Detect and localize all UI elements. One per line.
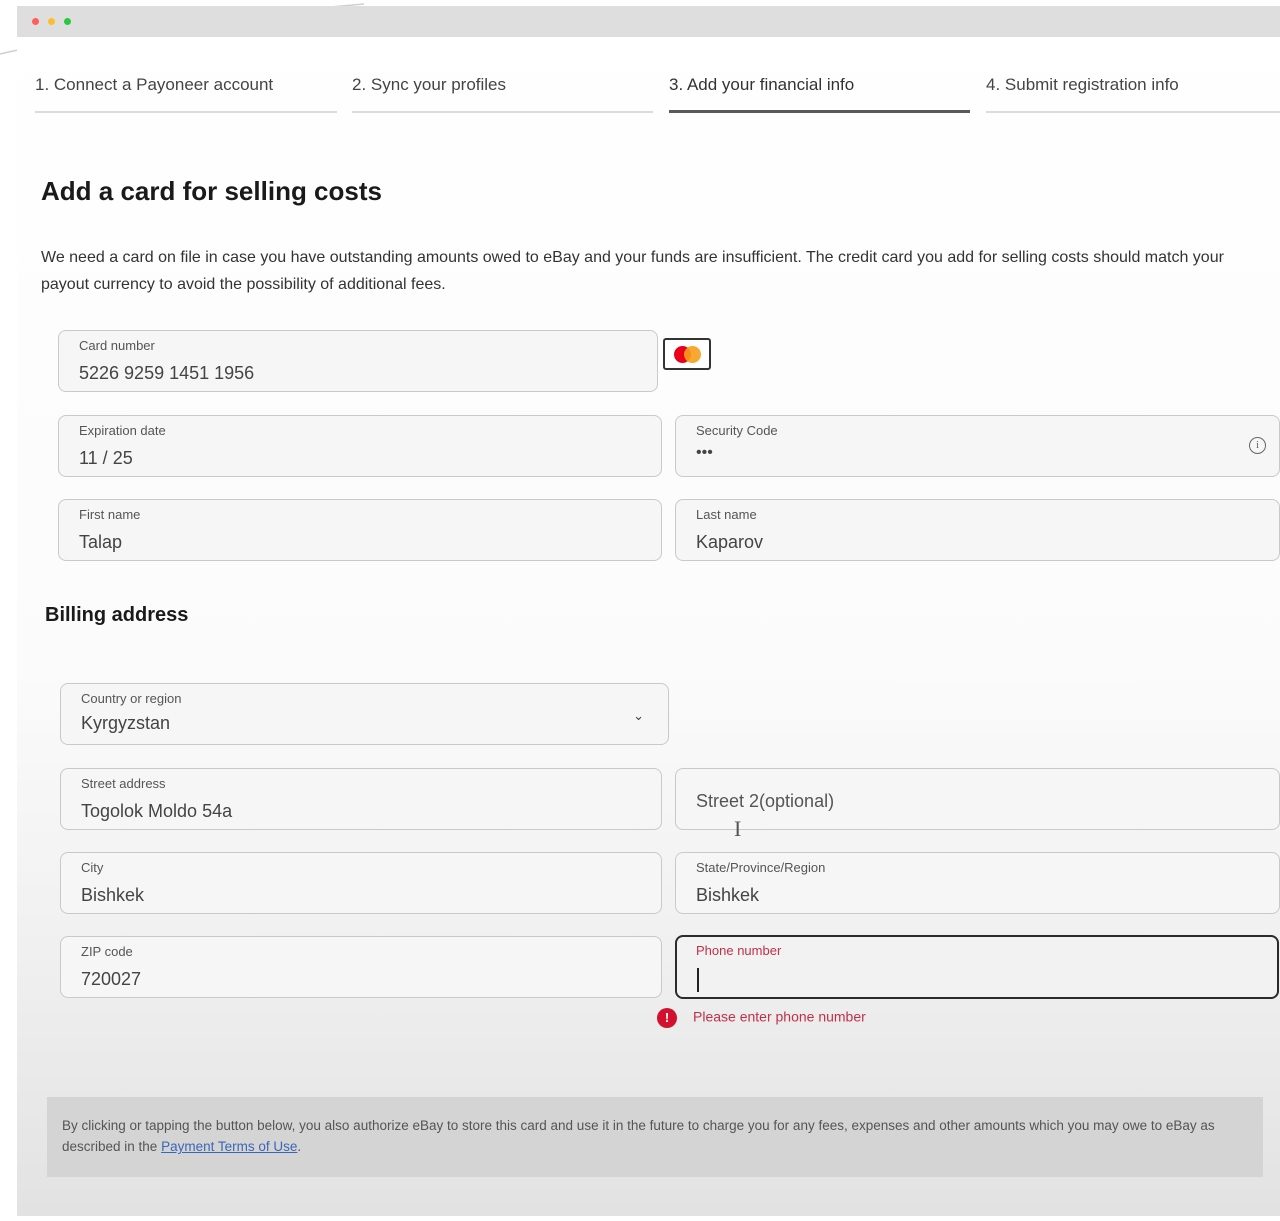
minimize-window-dot[interactable]	[48, 18, 55, 25]
step-label: 2. Sync your profiles	[352, 75, 507, 94]
step-underline	[352, 111, 653, 113]
street2-field[interactable]: Street 2(optional)	[675, 768, 1280, 830]
city-field[interactable]: City Bishkek	[60, 852, 662, 914]
security-code-value: •••	[696, 444, 713, 461]
state-value: Bishkek	[696, 885, 760, 905]
expiration-date-label: Expiration date	[79, 423, 166, 438]
city-value: Bishkek	[81, 885, 145, 905]
last-name-field[interactable]: Last name Kaparov	[675, 499, 1280, 561]
last-name-value: Kaparov	[696, 532, 764, 552]
card-number-field[interactable]: Card number 5226 9259 1451 1956	[58, 330, 658, 392]
maximize-window-dot[interactable]	[64, 18, 71, 25]
first-name-value: Talap	[79, 532, 123, 552]
street-address-field[interactable]: Street address Togolok Moldo 54a	[60, 768, 662, 830]
zip-code-value: 720027	[81, 969, 142, 989]
phone-number-field[interactable]: Phone number	[675, 935, 1279, 999]
step-underline	[986, 111, 1280, 113]
country-value: Kyrgyzstan	[81, 713, 171, 733]
billing-address-heading: Billing address	[45, 604, 189, 626]
first-name-field[interactable]: First name Talap	[58, 499, 662, 561]
step-label: 4. Submit registration info	[986, 75, 1179, 94]
phone-error-message: ! Please enter phone number	[657, 1008, 866, 1028]
step-label: 1. Connect a Payoneer account	[35, 75, 274, 94]
step-underline-active	[669, 110, 970, 113]
step-connect-payoneer[interactable]: 1. Connect a Payoneer account	[35, 75, 337, 113]
last-name-label: Last name	[696, 507, 757, 522]
street-address-label: Street address	[81, 776, 166, 791]
mastercard-icon	[663, 338, 711, 370]
step-financial-info[interactable]: 3. Add your financial info	[669, 75, 970, 113]
first-name-label: First name	[79, 507, 141, 522]
step-underline	[35, 111, 337, 113]
country-select[interactable]: Country or region Kyrgyzstan ⌄	[60, 683, 669, 745]
street-address-value: Togolok Moldo 54a	[81, 801, 233, 821]
card-number-label: Card number	[79, 338, 155, 353]
notice-end: .	[297, 1139, 302, 1154]
error-icon: !	[657, 1008, 677, 1028]
expiration-date-value: 11 / 25	[79, 448, 133, 468]
security-code-field[interactable]: Security Code ••• i	[675, 415, 1280, 477]
security-code-label: Security Code	[696, 423, 778, 438]
street2-placeholder: Street 2(optional)	[696, 791, 835, 811]
page-title: Add a card for selling costs	[41, 176, 382, 206]
card-number-value: 5226 9259 1451 1956	[79, 363, 255, 383]
phone-number-label: Phone number	[696, 943, 782, 958]
expiration-date-field[interactable]: Expiration date 11 / 25	[58, 415, 662, 477]
authorization-notice: By clicking or tapping the button below,…	[47, 1097, 1263, 1177]
city-label: City	[81, 860, 104, 875]
zip-code-label: ZIP code	[81, 944, 133, 959]
country-label: Country or region	[81, 691, 182, 706]
window-titlebar	[17, 6, 1280, 37]
zip-code-field[interactable]: ZIP code 720027	[60, 936, 662, 998]
phone-error-text: Please enter phone number	[693, 1008, 866, 1025]
info-icon[interactable]: i	[1249, 437, 1266, 454]
input-caret	[697, 968, 699, 992]
payment-terms-link[interactable]: Payment Terms of Use	[161, 1139, 297, 1154]
step-label: 3. Add your financial info	[669, 75, 855, 94]
state-field[interactable]: State/Province/Region Bishkek	[675, 852, 1280, 914]
step-sync-profiles[interactable]: 2. Sync your profiles	[352, 75, 653, 113]
step-submit-registration[interactable]: 4. Submit registration info	[986, 75, 1280, 113]
text-cursor-icon: I	[734, 816, 742, 841]
page-description: We need a card on file in case you have …	[41, 249, 1224, 293]
chevron-down-icon: ⌄	[633, 708, 644, 723]
state-label: State/Province/Region	[696, 860, 826, 875]
close-window-dot[interactable]	[32, 18, 39, 25]
